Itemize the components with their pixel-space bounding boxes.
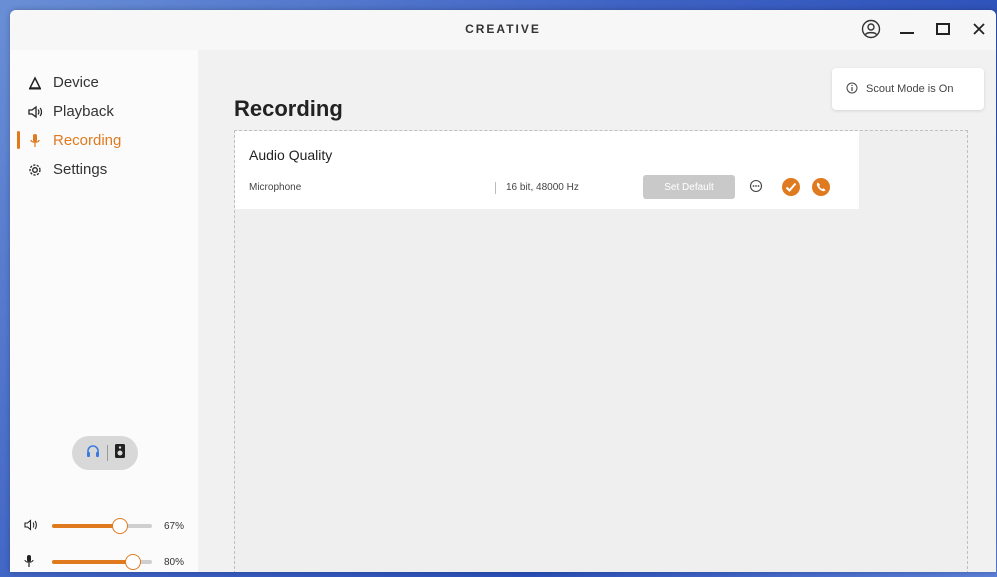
- playback-volume-fill: [52, 524, 119, 528]
- microphone-row: Microphone 16 bit, 48000 Hz Set Default: [249, 175, 849, 202]
- speaker-icon: [24, 518, 40, 534]
- maximize-icon[interactable]: [932, 18, 954, 40]
- mic-volume-handle[interactable]: [125, 554, 141, 570]
- mic-volume-slider[interactable]: 80%: [24, 552, 194, 572]
- set-default-button[interactable]: Set Default: [643, 175, 735, 199]
- microphone-icon: [24, 554, 40, 571]
- speaker-icon: [26, 105, 44, 119]
- card-title: Audio Quality: [249, 147, 333, 163]
- output-device-toggle[interactable]: [72, 436, 138, 470]
- headphone-icon[interactable]: [85, 443, 101, 464]
- sidebar-item-playback[interactable]: Playback: [10, 97, 198, 126]
- default-device-check-icon[interactable]: [781, 177, 801, 202]
- sidebar-nav: Device Playback Recording Settings: [10, 68, 198, 184]
- sidebar-item-label: Recording: [53, 132, 122, 149]
- playback-volume-slider[interactable]: 67%: [24, 516, 194, 536]
- device-icon: [26, 75, 44, 90]
- mic-volume-track[interactable]: [52, 554, 152, 570]
- app-window: CREATIVE Device Playback Recording Setti…: [10, 10, 996, 572]
- minimize-icon[interactable]: [896, 18, 918, 40]
- mic-volume-value: 80%: [164, 556, 185, 568]
- scout-mode-badge: Scout Mode is On: [832, 68, 984, 110]
- audio-quality-card: Audio Quality Microphone 16 bit, 48000 H…: [235, 131, 859, 209]
- window-controls: [860, 18, 990, 40]
- sidebar-item-recording[interactable]: Recording: [10, 126, 198, 155]
- device-label: Microphone: [249, 182, 302, 193]
- scout-mode-text: Scout Mode is On: [866, 83, 954, 95]
- sidebar-item-label: Playback: [53, 103, 114, 120]
- brand-logo: CREATIVE: [465, 22, 541, 36]
- account-icon[interactable]: [860, 18, 882, 40]
- sidebar-item-settings[interactable]: Settings: [10, 155, 198, 184]
- main-content: Recording Scout Mode is On Audio Quality…: [198, 50, 996, 572]
- sidebar-item-label: Settings: [53, 161, 108, 178]
- toggle-divider: [106, 445, 108, 461]
- close-icon[interactable]: [968, 18, 990, 40]
- content-panel: Audio Quality Microphone 16 bit, 48000 H…: [234, 130, 968, 572]
- microphone-icon: [26, 133, 44, 149]
- quality-value: 16 bit, 48000 Hz: [495, 182, 579, 194]
- default-communication-phone-icon[interactable]: [811, 177, 831, 202]
- info-icon: [846, 82, 858, 97]
- gear-icon: [26, 163, 44, 177]
- title-bar: CREATIVE: [10, 10, 996, 51]
- page-title: Recording: [234, 96, 343, 121]
- playback-volume-handle[interactable]: [112, 518, 128, 534]
- mic-volume-fill: [52, 560, 132, 564]
- speaker-box-icon[interactable]: [114, 443, 126, 464]
- sidebar-item-device[interactable]: Device: [10, 68, 198, 97]
- sidebar: Device Playback Recording Settings 67% 8…: [10, 50, 198, 572]
- more-options-icon[interactable]: [749, 179, 763, 198]
- playback-volume-value: 67%: [164, 520, 185, 532]
- playback-volume-track[interactable]: [52, 518, 152, 534]
- sidebar-item-label: Device: [53, 74, 99, 91]
